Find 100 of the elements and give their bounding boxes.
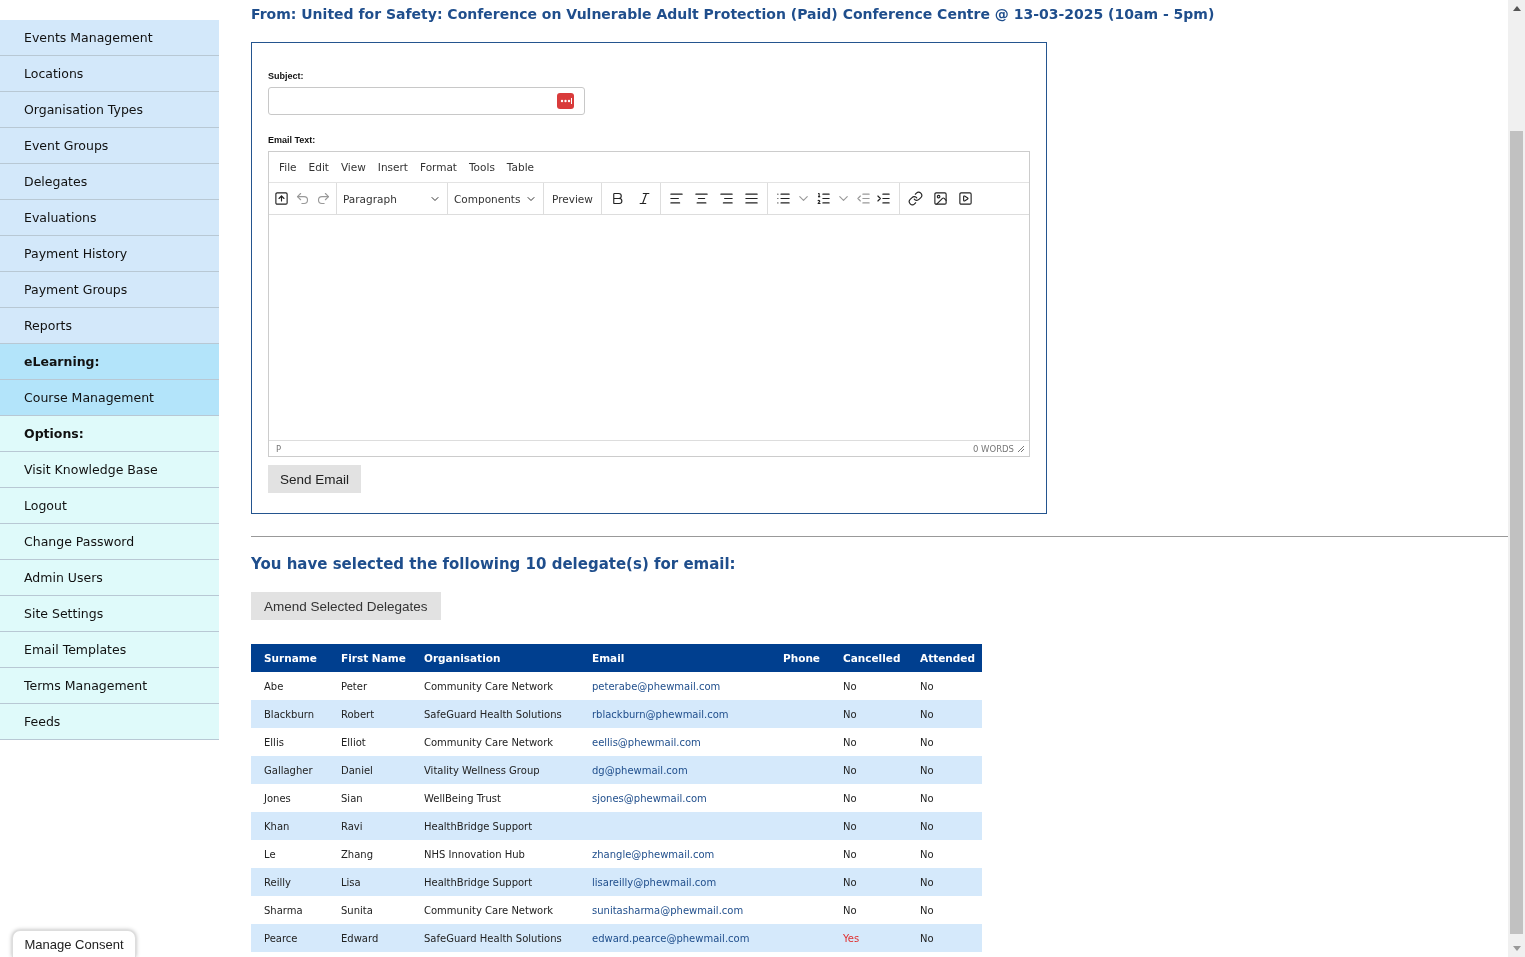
manage-consent-button[interactable]: Manage Consent [12,930,136,957]
sidebar-item[interactable]: Terms Management [0,668,219,704]
menu-item[interactable]: Insert [371,161,414,173]
send-email-button[interactable]: Send Email [268,465,362,493]
italic-icon[interactable] [636,191,652,206]
column-header: Cancelled [842,652,902,664]
field-label: Email Text: [268,135,317,145]
table-cell-text: No [919,932,935,944]
sidebar-item[interactable]: Course Management [0,380,219,416]
table-cell-text: HealthBridge Support [423,876,534,888]
element-path: P [276,443,282,454]
sidebar-item[interactable]: Change Password [0,524,219,560]
column-header: First Name [340,652,407,664]
table-cell: No [843,736,857,748]
table-cell-text: Sunita [340,904,374,916]
table-cell: No [843,904,857,916]
scroll-up-icon[interactable] [1512,6,1521,11]
table-cell: No [843,792,857,804]
align-center-icon[interactable] [693,191,709,206]
table-cell-text: Peter [340,680,368,692]
table-cell-text: No [919,820,935,832]
media-icon[interactable] [957,191,973,206]
sidebar-item[interactable]: Site Settings [0,596,219,632]
table-cell-text: Lisa [340,876,362,888]
table-cell: No [843,764,857,776]
table-cell-text: Blackburn [263,708,315,720]
sidebar-item[interactable]: Locations [0,56,219,92]
table-cell: Yes [843,932,860,944]
amend-delegates-button[interactable]: Amend Selected Delegates [251,592,441,620]
resize-handle-icon[interactable] [1017,444,1025,453]
email-link[interactable]: lisareilly@phewmail.com [592,876,717,888]
table-cell-text: Vitality Wellness Group [423,764,541,776]
password-manager-icon[interactable] [557,93,574,109]
table-cell: No [843,848,857,860]
table-cell-text: Le [263,848,277,860]
email-link[interactable]: peterabe@phewmail.com [592,680,721,692]
email-link[interactable]: dg@phewmail.com [592,764,688,776]
redo-icon[interactable] [316,191,331,206]
email-link[interactable]: sjones@phewmail.com [592,792,707,804]
image-icon[interactable] [932,191,948,206]
section-heading: You have selected the following 10 delegate(s) for email: [251,555,736,573]
sidebar-item[interactable]: Events Management [0,20,219,56]
link-icon[interactable] [907,191,923,206]
table-cell-text: Jones [262,792,292,804]
menu-item[interactable]: Format [413,161,463,173]
upload-icon[interactable] [274,191,289,206]
sidebar-item[interactable]: Delegates [0,164,219,200]
table-cell-text: Reilly [263,876,292,888]
align-right-icon[interactable] [718,191,734,206]
table-cell: No [843,680,857,692]
table-cell-text: Gallagher [263,764,314,776]
sidebar-item[interactable]: Feeds [0,704,219,740]
sidebar-item[interactable]: Payment Groups [0,272,219,308]
email-link[interactable]: eellis@phewmail.com [592,736,701,748]
table-cell-text: Elliot [340,736,367,748]
sidebar-item[interactable]: Evaluations [0,200,219,236]
word-count: 0 WORDS [972,443,1014,454]
email-link[interactable]: sunitasharma@phewmail.com [592,904,744,916]
menu-item[interactable]: View [334,161,372,173]
table-cell-text: No [919,680,935,692]
table-cell-text: HealthBridge Support [423,820,534,832]
components-dropdown[interactable]: Components [448,192,543,205]
table-cell-text: Community Care Network [423,680,555,692]
paragraph-dropdown[interactable]: Paragraph [337,192,447,205]
bullet-list-icon[interactable] [775,191,791,206]
undo-icon[interactable] [295,191,310,206]
table-cell: No [843,708,857,720]
column-header: Phone [782,652,821,664]
sidebar-item[interactable]: Event Groups [0,128,219,164]
align-justify-icon[interactable] [743,191,759,206]
scrollbar-thumb[interactable] [1510,131,1523,934]
preview-button[interactable]: Preview [547,192,598,205]
email-link[interactable]: rblackburn@phewmail.com [592,708,729,720]
menu-item[interactable]: File [273,161,303,173]
numbered-list-icon[interactable] [815,191,831,206]
table-cell-text: Zhang [340,848,374,860]
sidebar-item[interactable]: Email Templates [0,632,219,668]
menu-item[interactable]: Table [500,161,540,173]
align-left-icon[interactable] [668,191,684,206]
menu-item[interactable]: Tools [463,161,501,173]
column-header: Surname [263,652,318,664]
sidebar-item[interactable]: Admin Users [0,560,219,596]
sidebar-item[interactable]: Payment History [0,236,219,272]
table-cell-text: No [919,904,935,916]
table-cell-text: Abe [263,680,285,692]
page-heading: From: United for Safety: Conference on Vulnerable Adult Protection (Paid) Conference Centre @ 13-03-2025 (10am - 5pm) [251,6,1215,24]
sidebar-item[interactable]: Logout [0,488,219,524]
field-label: Subject: [268,71,305,81]
indent-icon[interactable] [875,191,891,206]
table-cell-text: Ellis [263,736,285,748]
sidebar-item[interactable]: Organisation Types [0,92,219,128]
subject-field[interactable] [268,87,585,115]
table-cell-text: Sharma [263,904,304,916]
email-link[interactable]: zhangle@phewmail.com [592,848,715,860]
scrollbar[interactable] [1508,0,1525,957]
email-link[interactable]: edward.pearce@phewmail.com [592,932,750,944]
sidebar-item[interactable]: Visit Knowledge Base [0,452,219,488]
menu-item[interactable]: Edit [302,161,335,173]
table-cell-text: No [919,708,935,720]
sidebar-item[interactable]: Reports [0,308,219,344]
